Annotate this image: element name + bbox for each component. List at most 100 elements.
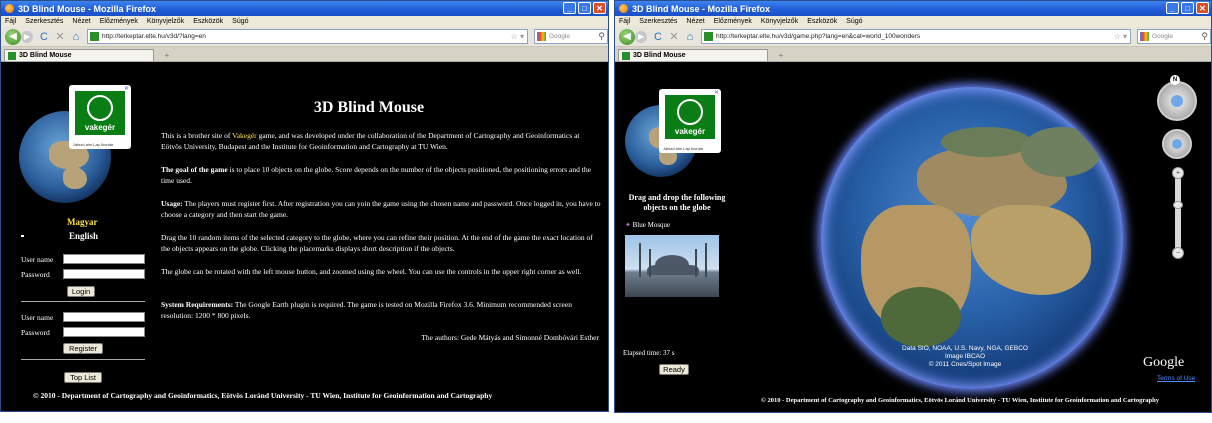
menu-file[interactable]: Fájl bbox=[619, 18, 630, 25]
bookmark-star-icon[interactable]: ☆ ▾ bbox=[511, 32, 527, 41]
close-button[interactable]: ✕ bbox=[1196, 2, 1209, 14]
goal-paragraph: The goal of the game is to place 10 obje… bbox=[161, 165, 591, 185]
menu-edit[interactable]: Szerkesztés bbox=[25, 18, 63, 25]
menu-bookmarks[interactable]: Könyvjelzők bbox=[761, 18, 798, 25]
zoom-in-icon[interactable]: + bbox=[1172, 167, 1184, 179]
menu-view[interactable]: Nézet bbox=[72, 18, 90, 25]
login-password-input[interactable] bbox=[63, 269, 145, 279]
address-bar[interactable]: http://terkeptar.elte.hu/v3d/?lang=en ☆ … bbox=[87, 29, 528, 44]
language-english-link[interactable]: English bbox=[69, 231, 98, 241]
firefox-icon bbox=[5, 4, 14, 13]
google-icon bbox=[1140, 32, 1149, 41]
search-icon[interactable]: ⚲ bbox=[1201, 31, 1210, 42]
menu-help[interactable]: Súgó bbox=[232, 18, 248, 25]
drag-instructions: Drag and drop the following objects on t… bbox=[628, 193, 726, 212]
register-button[interactable]: Register bbox=[63, 343, 103, 354]
menu-history[interactable]: Előzmények bbox=[100, 18, 138, 25]
ready-button[interactable]: Ready bbox=[659, 364, 689, 375]
back-arrow-icon[interactable]: ◀ bbox=[619, 28, 635, 45]
reload-icon[interactable]: C bbox=[653, 31, 663, 43]
search-placeholder: Google bbox=[1152, 33, 1173, 40]
new-tab-button[interactable]: + bbox=[772, 51, 790, 61]
home-icon[interactable]: ⌂ bbox=[685, 31, 695, 43]
login-username-label: User name bbox=[21, 255, 54, 264]
move-center-icon bbox=[1172, 139, 1182, 149]
footer-text: © 2010 - Department of Cartography and G… bbox=[761, 397, 1159, 404]
forward-arrow-icon[interactable]: ▶ bbox=[635, 30, 647, 43]
back-arrow-icon[interactable]: ◀ bbox=[5, 28, 21, 45]
top-list-button[interactable]: Top List bbox=[64, 372, 102, 383]
site-favicon-icon bbox=[90, 32, 99, 41]
intro-paragraph: This is a brother site of Vakegér game, … bbox=[161, 131, 580, 151]
blue-mosque-image[interactable] bbox=[625, 235, 719, 297]
terms-of-use-link[interactable]: Terms of Use bbox=[1157, 375, 1195, 382]
login-username-input[interactable] bbox=[63, 254, 145, 264]
title-bar[interactable]: 3D Blind Mouse - Mozilla Firefox _ □ ✕ bbox=[615, 1, 1211, 16]
page-title: 3D Blind Mouse bbox=[313, 99, 425, 116]
forward-arrow-icon[interactable]: ▶ bbox=[21, 30, 33, 43]
minimize-button[interactable]: _ bbox=[1166, 2, 1179, 14]
minimize-button[interactable]: _ bbox=[563, 2, 576, 14]
search-input[interactable]: Google ⚲ bbox=[534, 29, 608, 44]
menu-edit[interactable]: Szerkesztés bbox=[639, 18, 677, 25]
search-input[interactable]: Google ⚲ bbox=[1137, 29, 1211, 44]
title-bar[interactable]: 3D Blind Mouse - Mozilla Firefox _ □ ✕ bbox=[1, 1, 608, 16]
zoom-slider-handle[interactable] bbox=[1173, 201, 1183, 209]
tab-favicon-icon bbox=[8, 51, 16, 60]
look-control[interactable] bbox=[1157, 81, 1197, 121]
login-button[interactable]: Login bbox=[67, 286, 95, 297]
url-text: http://terkeptar.elte.hu/v3d/game.php?la… bbox=[716, 33, 921, 40]
zoom-slider[interactable] bbox=[1175, 173, 1181, 251]
maximize-button[interactable]: □ bbox=[578, 2, 591, 14]
menu-file[interactable]: Fájl bbox=[5, 18, 16, 25]
navigation-bar: ◀ ▶ C ✕ ⌂ http://terkeptar.elte.hu/v3d/g… bbox=[615, 27, 1211, 47]
look-center-icon bbox=[1171, 95, 1183, 107]
usage-paragraph: Usage: The players must register first. … bbox=[161, 199, 601, 219]
vakeger-link[interactable]: Vakegér bbox=[232, 131, 257, 140]
elapsed-time: Elapsed time: 37 s bbox=[623, 349, 675, 357]
menu-tools[interactable]: Eszközök bbox=[807, 18, 837, 25]
register-password-label: Password bbox=[21, 328, 50, 337]
register-username-input[interactable] bbox=[63, 312, 145, 322]
tab-bar: 3D Blind Mouse + bbox=[615, 47, 1211, 62]
language-bullet bbox=[21, 235, 24, 237]
tab-bar: 3D Blind Mouse + bbox=[1, 47, 608, 62]
address-bar[interactable]: http://terkeptar.elte.hu/v3d/game.php?la… bbox=[701, 29, 1131, 44]
stop-icon[interactable]: ✕ bbox=[669, 30, 679, 43]
tab-favicon-icon bbox=[622, 51, 630, 60]
close-button[interactable]: ✕ bbox=[593, 2, 606, 14]
tab-3d-blind-mouse[interactable]: 3D Blind Mouse bbox=[4, 49, 154, 61]
vakeger-logo[interactable]: vakegér Játszd alm Lap Ikontár ✕ bbox=[69, 85, 131, 149]
page-content: vakegér Játszd alm Lap Ikontár ✕ Drag an… bbox=[615, 75, 1211, 412]
menu-bookmarks[interactable]: Könyvjelzők bbox=[147, 18, 184, 25]
vakeger-logo[interactable]: vakegér Játszd alm Lap Ikontár ✕ bbox=[659, 89, 721, 153]
language-magyar-link[interactable]: Magyar bbox=[67, 217, 98, 227]
move-control[interactable] bbox=[1162, 129, 1192, 159]
zoom-out-icon[interactable]: − bbox=[1172, 247, 1184, 259]
drag-paragraph: Drag the 10 random items of the selected… bbox=[161, 233, 593, 253]
stop-icon[interactable]: ✕ bbox=[55, 30, 65, 43]
divider bbox=[21, 359, 145, 360]
placemark-icon: ✦ bbox=[625, 221, 631, 229]
bookmark-star-icon[interactable]: ☆ ▾ bbox=[1114, 32, 1130, 41]
url-text: http://terkeptar.elte.hu/v3d/?lang=en bbox=[102, 33, 206, 40]
north-icon[interactable]: N bbox=[1170, 75, 1180, 85]
search-icon[interactable]: ⚲ bbox=[598, 31, 607, 42]
menu-view[interactable]: Nézet bbox=[686, 18, 704, 25]
logo-close-icon[interactable]: ✕ bbox=[124, 85, 129, 92]
reload-icon[interactable]: C bbox=[39, 31, 49, 43]
logo-links: Játszd alm Lap Ikontár bbox=[663, 146, 704, 151]
new-tab-button[interactable]: + bbox=[158, 51, 176, 61]
register-password-input[interactable] bbox=[63, 327, 145, 337]
object-list-item[interactable]: ✦ Blue Mosque bbox=[625, 221, 670, 229]
divider bbox=[21, 301, 145, 302]
menu-help[interactable]: Súgó bbox=[846, 18, 862, 25]
menu-bar: Fájl Szerkesztés Nézet Előzmények Könyvj… bbox=[615, 16, 1211, 27]
menu-tools[interactable]: Eszközök bbox=[193, 18, 223, 25]
menu-history[interactable]: Előzmények bbox=[714, 18, 752, 25]
maximize-button[interactable]: □ bbox=[1181, 2, 1194, 14]
logo-close-icon[interactable]: ✕ bbox=[714, 89, 719, 96]
google-earth-globe[interactable] bbox=[821, 87, 1123, 389]
tab-3d-blind-mouse[interactable]: 3D Blind Mouse bbox=[618, 49, 768, 61]
home-icon[interactable]: ⌂ bbox=[71, 31, 81, 43]
